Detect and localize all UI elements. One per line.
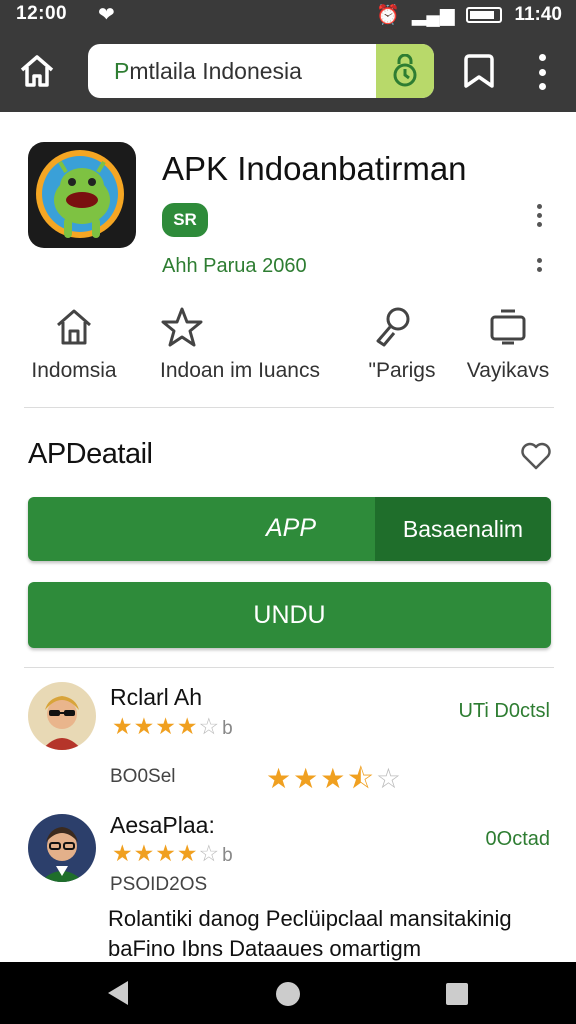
status-clock-right: 11:40: [514, 4, 562, 25]
bookmark-icon[interactable]: [462, 52, 496, 90]
status-time: 12:00: [16, 3, 68, 24]
category-label: Indomsia: [31, 359, 117, 382]
category-item-puzzle[interactable]: "Parigs: [352, 305, 452, 383]
reviewer-name: Rclarl Ah: [110, 684, 203, 710]
review-date: 0Octad: [485, 828, 550, 850]
category-label: "Parigs: [368, 359, 436, 382]
app-title: APK Indoanbatirman: [162, 150, 467, 187]
status-icons: ⏰ ▂▄▆ 11:40: [376, 3, 562, 27]
category-label: Indoan im Iuancs: [160, 359, 320, 382]
divider: [24, 407, 554, 408]
security-icon[interactable]: [376, 44, 434, 98]
url-bar[interactable]: Pmtlaila Indonesia: [88, 44, 434, 98]
category-item-home[interactable]: Indomsia: [24, 305, 124, 383]
system-nav-bar: [0, 962, 576, 1024]
puzzle-icon: [370, 305, 414, 349]
app-subtitle: Ahh Parua 2060: [162, 255, 307, 277]
more-options-icon-2[interactable]: [535, 258, 543, 272]
review-body: Rolantiki danog Peclüipclaal mansitakini…: [108, 906, 512, 961]
review-meta: BO0Sel: [110, 766, 176, 787]
browser-toolbar: Pmtlaila Indonesia: [0, 30, 576, 112]
more-vert-icon[interactable]: [528, 54, 556, 90]
review-meta: PSOID2OS: [110, 874, 208, 895]
favorite-heart-icon[interactable]: [520, 440, 552, 472]
tv-icon: [486, 305, 530, 349]
detail-title: APDeatail: [28, 438, 153, 470]
home-outline-icon: [52, 305, 96, 349]
status-bar: 12:00 ❤ ⏰ ▂▄▆ 11:40: [0, 0, 576, 30]
url-text[interactable]: Pmtlaila Indonesia: [114, 58, 302, 85]
review-rating-large: ★★★⯪☆: [266, 763, 403, 794]
home-circle-icon[interactable]: [276, 982, 300, 1006]
star-icon: [160, 305, 204, 349]
recent-apps-icon[interactable]: [446, 983, 468, 1005]
app-icon: [28, 142, 136, 248]
divider-2: [24, 667, 554, 668]
category-row: Indomsia Indoan im Iuancs "Parigs Vayika…: [0, 305, 576, 405]
more-options-icon[interactable]: [535, 204, 543, 227]
back-icon[interactable]: [108, 981, 128, 1005]
category-item-star[interactable]: Indoan im Iuancs: [150, 305, 330, 383]
app-button-label: APP: [266, 514, 317, 542]
home-icon[interactable]: [18, 52, 56, 90]
download-button[interactable]: UNDU: [28, 582, 551, 648]
reviewer-name: AesaPlaa:: [110, 812, 215, 838]
signal-icon: ▂▄▆: [411, 4, 455, 26]
avatar: [28, 682, 96, 750]
review-stars: ★★★★☆ b: [112, 840, 234, 866]
app-button-secondary[interactable]: Basaenalim: [375, 497, 551, 561]
heart-notification-icon: ❤: [98, 4, 115, 26]
category-item-tv[interactable]: Vayikavs: [458, 305, 558, 383]
app-badge: SR: [162, 203, 208, 237]
review-date: UTi D0ctsl: [458, 700, 550, 722]
battery-icon: [466, 7, 503, 23]
review-stars: ★★★★☆ b: [112, 713, 234, 739]
avatar: [28, 814, 96, 882]
app-button[interactable]: APP Basaenalim: [28, 497, 551, 561]
category-label: Vayikavs: [466, 359, 550, 382]
alarm-icon: ⏰: [376, 5, 400, 26]
